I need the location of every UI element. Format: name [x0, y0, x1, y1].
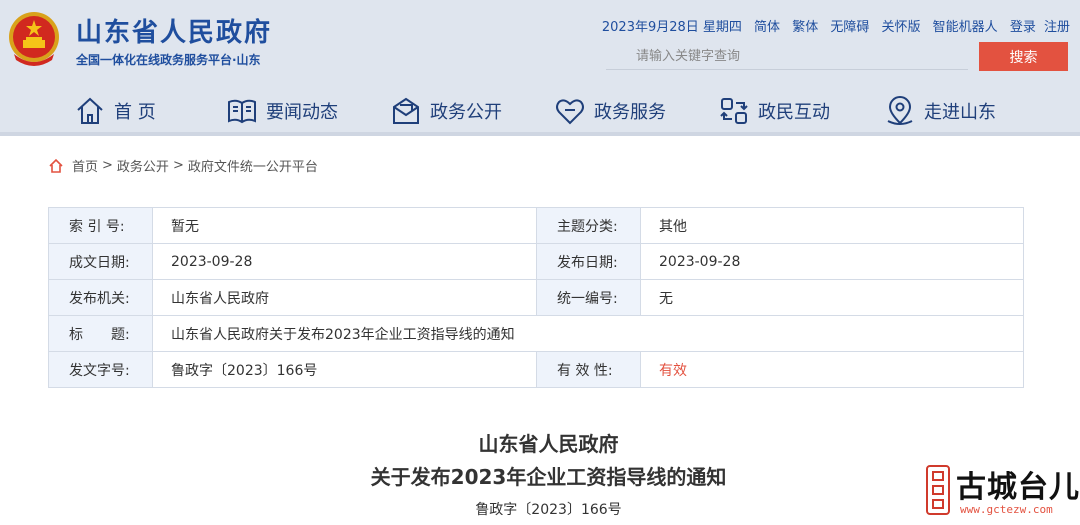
- nav-label-news: 要闻动态: [266, 102, 338, 123]
- nav-label-open-affairs: 政务公开: [430, 102, 502, 123]
- elderly-mode-link[interactable]: 关怀版: [882, 20, 921, 35]
- site-title[interactable]: 山东省人民政府: [76, 12, 272, 49]
- breadcrumb-separator: >: [172, 158, 184, 173]
- mail-icon: [393, 97, 419, 124]
- robot-link[interactable]: 智能机器人: [933, 20, 998, 35]
- document-number: 鲁政字〔2023〕166号: [475, 502, 622, 518]
- top-links: 2023年9月28日 星期四 简体 繁体 无障碍 关怀版 智能机器人 登录 注册: [602, 16, 1070, 35]
- document-title-line1: 山东省人民政府: [478, 432, 619, 456]
- code-label: 统一编号:: [536, 279, 641, 316]
- breadcrumb: 首页 > 政务公开 > 政府文件统一公开平台: [48, 156, 318, 175]
- topic-label: 主题分类:: [536, 207, 641, 244]
- main-nav: 首 页 要闻动态 政务公开 政务服务 政民互动 走进山东: [0, 88, 1080, 132]
- validity-label: 有 效 性:: [536, 351, 641, 388]
- nav-label-shandong: 走进山东: [924, 102, 996, 123]
- document-meta-table: 索 引 号: 暂无 主题分类: 其他 成文日期: 2023-09-28 发布日期…: [48, 207, 1024, 388]
- table-row: 发文字号: 鲁政字〔2023〕166号 有 效 性: 有效: [48, 351, 1024, 388]
- validity-value: 有效: [640, 351, 1024, 388]
- publish-date-value: 2023-09-28: [640, 243, 1024, 280]
- written-date-value: 2023-09-28: [152, 243, 537, 280]
- breadcrumb-doc-platform[interactable]: 政府文件统一公开平台: [188, 156, 318, 175]
- home-icon: [49, 158, 63, 173]
- watermark-text: 古城台儿庄: [956, 470, 1080, 505]
- table-row: 发布机关: 山东省人民政府 统一编号: 无: [48, 279, 1024, 316]
- national-emblem-icon[interactable]: [6, 10, 62, 68]
- watermark-logo: 古城台儿庄 www.gctezw.com: [926, 462, 1080, 520]
- seal-icon: [926, 465, 950, 515]
- code-value: 无: [640, 279, 1024, 316]
- written-date-label: 成文日期:: [48, 243, 153, 280]
- nav-label-home: 首 页: [114, 102, 156, 123]
- simplified-link[interactable]: 简体: [754, 20, 780, 35]
- book-icon: [228, 99, 256, 124]
- breadcrumb-home[interactable]: 首页: [72, 156, 98, 175]
- nav-item-shandong[interactable]: 走进山东: [884, 94, 996, 128]
- topic-value: 其他: [640, 207, 1024, 244]
- search-input[interactable]: [606, 44, 968, 70]
- docno-value: 鲁政字〔2023〕166号: [152, 351, 537, 388]
- watermark-url: www.gctezw.com: [960, 503, 1053, 516]
- nav-item-services[interactable]: 政务服务: [554, 94, 666, 128]
- table-row: 成文日期: 2023-09-28 发布日期: 2023-09-28: [48, 243, 1024, 280]
- location-icon: [887, 96, 913, 125]
- table-row: 标 题: 山东省人民政府关于发布2023年企业工资指导线的通知: [48, 315, 1024, 352]
- site-header: 山东省人民政府 全国一体化在线政务服务平台·山东 2023年9月28日 星期四 …: [0, 0, 1080, 136]
- org-label: 发布机关:: [48, 279, 153, 316]
- register-link[interactable]: 注册: [1044, 20, 1070, 35]
- search-button[interactable]: 搜索: [979, 42, 1068, 71]
- traditional-link[interactable]: 繁体: [792, 20, 818, 35]
- docno-label: 发文字号:: [48, 351, 153, 388]
- nav-item-news[interactable]: 要闻动态: [226, 94, 338, 128]
- publish-date-label: 发布日期:: [536, 243, 641, 280]
- table-row: 索 引 号: 暂无 主题分类: 其他: [48, 207, 1024, 244]
- document-title-line2: 关于发布2023年企业工资指导线的通知: [370, 465, 727, 489]
- index-value: 暂无: [152, 207, 537, 244]
- home-icon: [77, 97, 103, 124]
- nav-item-interaction[interactable]: 政民互动: [718, 94, 830, 128]
- breadcrumb-open-affairs[interactable]: 政务公开: [117, 156, 169, 175]
- breadcrumb-separator: >: [102, 158, 113, 173]
- nav-item-open-affairs[interactable]: 政务公开: [390, 94, 502, 128]
- site-subtitle: 全国一体化在线政务服务平台·山东: [76, 53, 261, 67]
- accessibility-link[interactable]: 无障碍: [830, 20, 869, 35]
- title-label: 标 题:: [48, 315, 153, 352]
- current-date: 2023年9月28日 星期四: [601, 20, 742, 35]
- login-link[interactable]: 登录: [1010, 20, 1036, 35]
- nav-item-home[interactable]: 首 页: [74, 94, 156, 128]
- title-value: 山东省人民政府关于发布2023年企业工资指导线的通知: [152, 315, 1024, 352]
- org-value: 山东省人民政府: [152, 279, 537, 316]
- heart-icon: [556, 99, 584, 125]
- index-label: 索 引 号:: [48, 207, 153, 244]
- nav-label-services: 政务服务: [594, 102, 666, 123]
- exchange-icon: [720, 98, 748, 124]
- nav-label-interaction: 政民互动: [758, 102, 830, 123]
